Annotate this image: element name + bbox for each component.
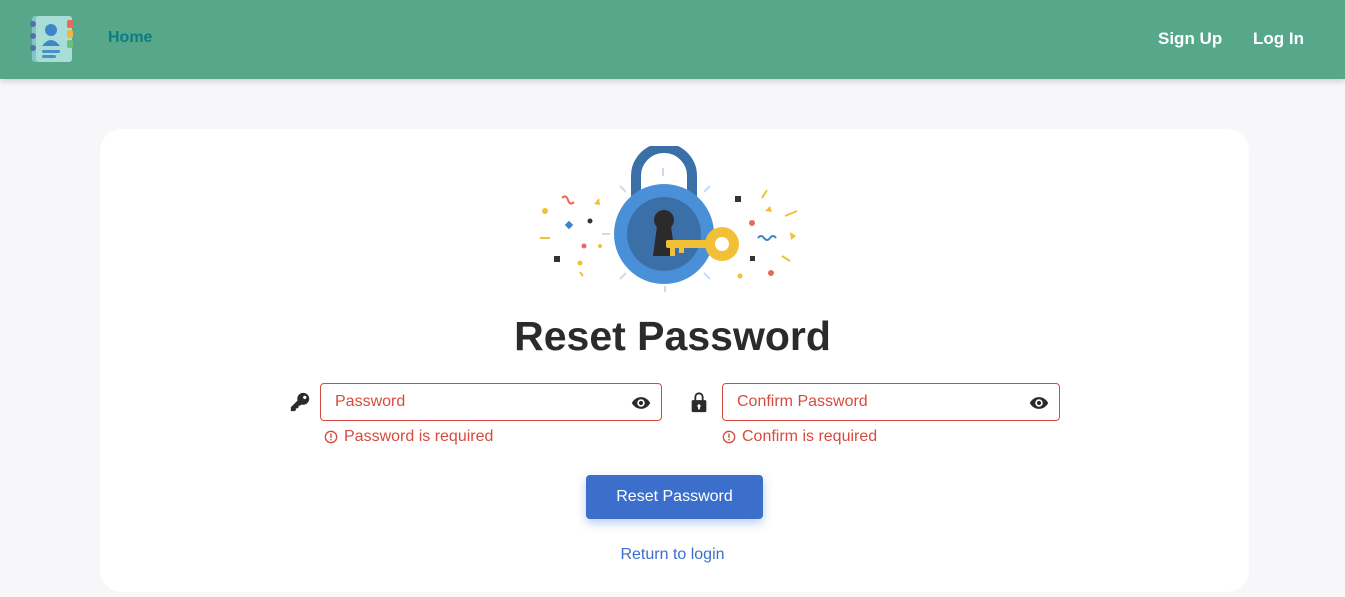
eye-icon[interactable] [631, 393, 651, 413]
key-icon [290, 392, 310, 412]
password-error-text: Password is required [344, 428, 494, 445]
confirm-password-input[interactable] [737, 384, 1017, 420]
return-to-login-link[interactable]: Return to login [0, 546, 1345, 564]
eye-icon[interactable] [1029, 393, 1049, 413]
error-icon [722, 430, 736, 444]
password-error: Password is required [324, 428, 493, 446]
lock-icon [691, 392, 707, 413]
address-book-icon[interactable] [27, 14, 77, 64]
nav-login-link[interactable]: Log In [1253, 29, 1304, 49]
padlock-with-key-icon [540, 146, 798, 292]
confirm-error-text: Confirm is required [742, 428, 878, 445]
nav-signup-link[interactable]: Sign Up [1158, 29, 1222, 49]
confirm-error: Confirm is required [722, 428, 877, 446]
error-icon [324, 430, 338, 444]
navbar: Home Sign Up Log In [0, 0, 1345, 79]
reset-password-button[interactable]: Reset Password [586, 475, 763, 519]
password-field[interactable] [320, 383, 662, 421]
confirm-password-field[interactable] [722, 383, 1060, 421]
page-title: Reset Password [514, 313, 831, 359]
nav-home-link[interactable]: Home [108, 29, 152, 47]
password-input[interactable] [335, 384, 619, 420]
